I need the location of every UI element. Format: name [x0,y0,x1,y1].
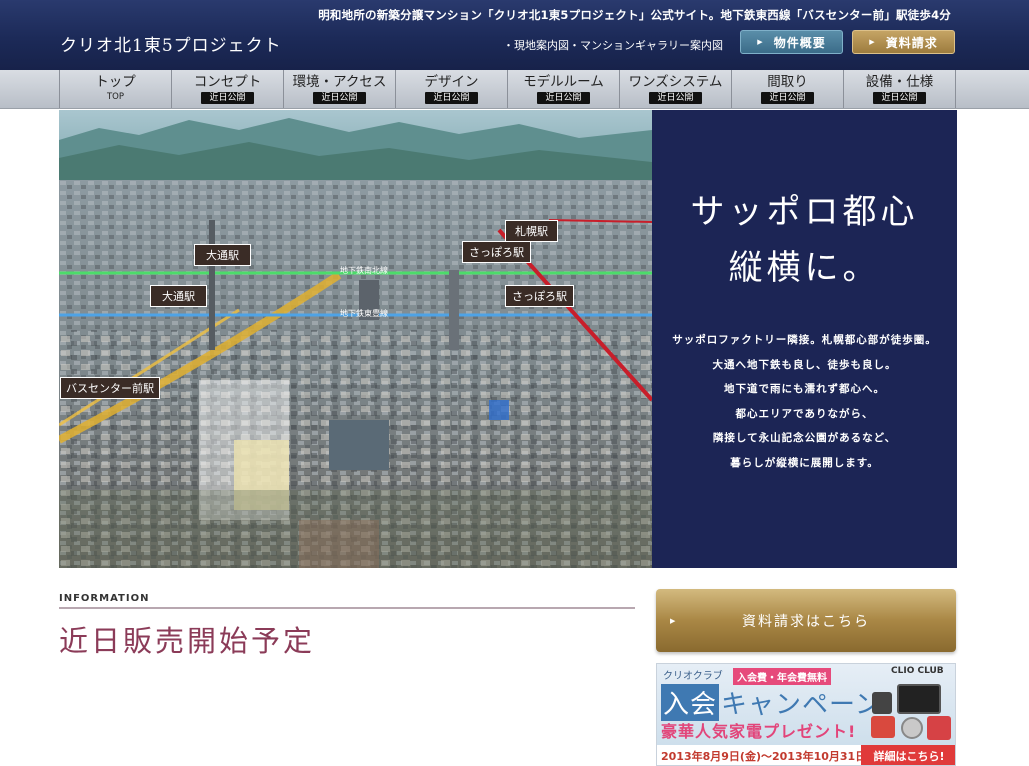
aerial-city-illustration [59,110,652,568]
line-label-namboku: 地下鉄南北線 [340,266,388,275]
request-button-label: 資料請求 [885,35,938,50]
station-label-sapporo-1: さっぽろ駅 [462,241,531,263]
request-documents-label: 資料請求はこちら [742,613,870,630]
station-label-odori-2: 大通駅 [150,285,207,307]
coming-soon-badge: 近日公開 [649,92,702,104]
coming-soon-badge: 近日公開 [313,92,366,104]
nav-sub: TOP [106,92,124,102]
camera-icon [872,692,892,714]
banner-club-name: クリオクラブ [663,671,723,682]
body-line: 都心エリアでありながら、 [735,407,874,420]
hero-headline-line1: サッポロ都心 [690,192,919,232]
banner-club-logo: CLIO CLUB [891,666,944,676]
banner-nyukai: 入会 [661,684,720,721]
hero-copy-panel: サッポロ都心 縦横に。 サッポロファクトリー隣接。札幌都心部が徒歩圏。 大通へ地… [652,110,957,568]
nav-item-design[interactable]: デザイン 近日公開 [395,70,507,108]
coming-soon-badge: 近日公開 [201,92,254,104]
coming-soon-badge: 近日公開 [873,92,926,104]
station-label-bus-center: バスセンター前駅 [60,377,160,399]
nav-item-system[interactable]: ワンズシステム 近日公開 [619,70,731,108]
microwave-icon [871,716,895,738]
nav-label: コンセプト [193,74,262,90]
nav-label: ワンズシステム [628,74,723,90]
fridge-icon [927,716,951,740]
nav-label: トップ [95,74,136,90]
overview-button-label: 物件概要 [773,35,826,50]
banner-free-badge: 入会費・年会費無料 [733,668,831,685]
station-label-odori-1: 大通駅 [194,244,251,266]
line-label-toho: 地下鉄東豊線 [340,309,388,318]
overview-button[interactable]: ▶ 物件概要 [740,30,843,54]
site-logo[interactable]: クリオ北1東5プロジェクト [60,31,282,56]
information-headline: 近日販売開始予定 [59,624,316,658]
main-nav: トップ TOP コンセプト 近日公開 環境・アクセス 近日公開 デザイン 近日公… [0,70,1029,109]
coming-soon-badge: 近日公開 [537,92,590,104]
hero-headline-line2: 縦横に。 [728,248,881,288]
site-header: 明和地所の新築分譲マンション「クリオ北1東5プロジェクト」公式サイト。地下鉄東西… [0,0,1029,70]
nav-label: デザイン [424,74,479,90]
banner-detail-link[interactable]: 詳細はこちら! [861,745,955,765]
banner-campaign-title: 入会 キャンペーン [661,684,882,721]
nav-item-floorplan[interactable]: 間取り 近日公開 [731,70,843,108]
body-line: 大通へ地下鉄も良し、徒歩も良し。 [712,358,897,371]
body-line: 隣接して永山記念公園があるなど、 [712,432,897,444]
information-divider [59,607,635,609]
tv-icon [897,684,941,714]
banner-campaign-word: キャンペーン [721,690,882,720]
nav-label: 環境・アクセス [292,74,387,90]
nav-label: 間取り [767,74,808,90]
body-line: 地下道で雨にも濡れず都心へ。 [724,383,885,395]
coming-soon-badge: 近日公開 [425,92,478,104]
coming-soon-badge: 近日公開 [761,92,814,104]
banner-gift-text: 豪華人気家電プレゼント! [661,722,857,741]
map-links[interactable]: ・現地案内図・マンションギャラリー案内図 [503,37,723,53]
nav-item-modelroom[interactable]: モデルルーム 近日公開 [507,70,619,108]
nav-label: 設備・仕様 [865,74,934,90]
triangle-icon: ▶ [670,616,678,625]
body-line: 暮らしが縦横に展開します。 [730,456,879,469]
station-label-sapporo-2: さっぽろ駅 [505,285,574,307]
hero-body-text: サッポロファクトリー隣接。札幌都心部が徒歩圏。 大通へ地下鉄も良し、徒歩も良し。… [652,328,957,475]
triangle-icon: ▶ [869,38,876,46]
nav-item-equipment[interactable]: 設備・仕様 近日公開 [843,70,956,108]
clio-club-campaign-banner[interactable]: クリオクラブ 入会費・年会費無料 CLIO CLUB 入会 キャンペーン 豪華人気… [656,663,956,766]
triangle-icon: ▶ [757,38,764,46]
request-button[interactable]: ▶ 資料請求 [852,30,955,54]
site-tagline: 明和地所の新築分譲マンション「クリオ北1東5プロジェクト」公式サイト。地下鉄東西… [318,8,951,22]
nav-item-concept[interactable]: コンセプト 近日公開 [171,70,283,108]
banner-date-range: 2013年8月9日(金)～2013年10月31日(木) [657,745,887,765]
nav-item-access[interactable]: 環境・アクセス 近日公開 [283,70,395,108]
body-line: サッポロファクトリー隣接。札幌都心部が徒歩圏。 [672,334,937,346]
nav-label: モデルルーム [523,74,604,90]
robot-vacuum-icon [901,717,923,739]
information-title: INFORMATION [59,593,150,604]
hero-aerial-image: 大通駅 大通駅 バスセンター前駅 札幌駅 さっぽろ駅 さっぽろ駅 地下鉄南北線 … [59,110,652,568]
station-label-sapporo-jr: 札幌駅 [505,220,558,242]
nav-item-top[interactable]: トップ TOP [59,70,171,108]
request-documents-button[interactable]: ▶ 資料請求はこちら [656,589,956,652]
